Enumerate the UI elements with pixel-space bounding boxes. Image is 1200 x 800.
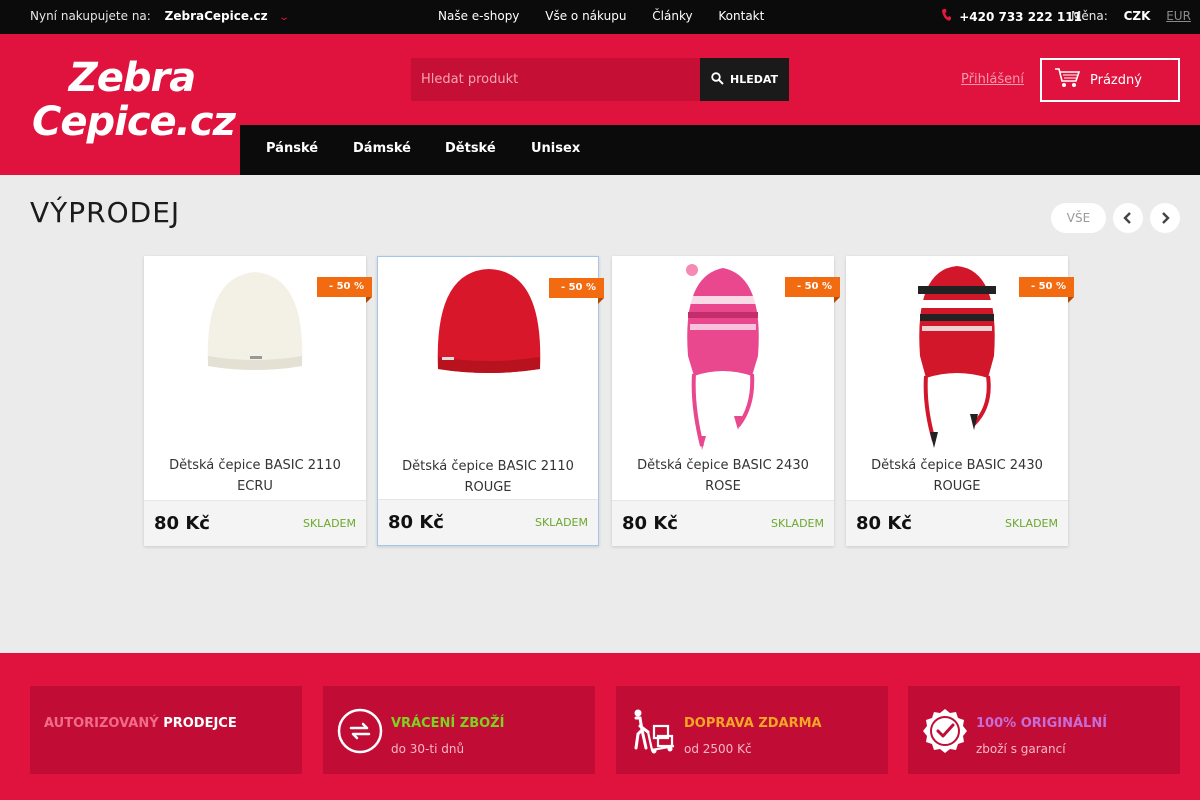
main-nav: Pánské Dámské Dětské Unisex — [240, 125, 1200, 175]
phone-contact[interactable]: +420 733 222 111 — [942, 9, 1082, 24]
product-footer: 80 Kč SKLADEM — [144, 500, 366, 546]
chevron-down-icon[interactable]: ⌄ — [278, 12, 289, 23]
discount-badge: - 50 % — [1018, 277, 1075, 303]
cart-button[interactable]: Prázdný — [1040, 58, 1180, 102]
cart-icon — [1054, 67, 1081, 93]
top-nav-articles[interactable]: Články — [652, 9, 692, 23]
stock-status: SKLADEM — [534, 516, 588, 529]
currency-label: Měna: — [1071, 9, 1108, 23]
currency-eur[interactable]: EUR — [1166, 9, 1191, 23]
chevron-left-icon — [1123, 212, 1131, 224]
stock-status: SKLADEM — [1004, 517, 1058, 530]
top-nav-about-purchase[interactable]: Vše o nákupu — [545, 9, 626, 23]
feature-subtitle: od 2500 Kč — [684, 742, 752, 756]
carousel-next-button[interactable] — [1150, 203, 1180, 233]
top-nav: Naše e-shopy Vše o nákupu Články Kontakt — [438, 9, 786, 23]
return-arrows-icon — [337, 708, 383, 754]
discount-badge: - 50 % — [316, 277, 373, 303]
feature-original-goods: 100% ORIGINÁLNÍ zboží s garancí — [908, 686, 1180, 774]
product-price: 80 Kč — [856, 513, 912, 534]
logo-line-2: Cepice.cz — [32, 99, 236, 145]
discount-badge: - 50 % — [548, 278, 605, 304]
stock-status: SKLADEM — [770, 517, 824, 530]
product-price: 80 Kč — [154, 513, 210, 534]
features-band: AUTORIZOVANÝ PRODEJCE VRÁCENÍ ZBOŽÍ do 3… — [0, 653, 1200, 800]
view-all-button[interactable]: VŠE — [1051, 203, 1106, 233]
product-name[interactable]: Dětská čepice BASIC 2110 ECRU — [152, 451, 358, 500]
phone-number[interactable]: +420 733 222 111 — [959, 10, 1082, 24]
logo[interactable]: Zebra Cepice.cz — [32, 55, 236, 145]
product-footer: 80 Kč SKLADEM — [612, 500, 834, 546]
product-name[interactable]: Dětská čepice BASIC 2110 ROUGE — [386, 452, 590, 501]
feature-title: AUTORIZOVANÝ PRODEJCE — [44, 716, 237, 731]
search-icon — [711, 71, 724, 88]
section-title: VÝPRODEJ — [30, 196, 181, 229]
product-price: 80 Kč — [622, 513, 678, 534]
feature-free-shipping: DOPRAVA ZDARMA od 2500 Kč — [616, 686, 888, 774]
stock-status: SKLADEM — [302, 517, 356, 530]
header: Zebra Cepice.cz HLEDAT Přihlášení Prázdn… — [0, 34, 1200, 175]
product-card[interactable]: - 50 % Dětská čepice BASIC 2110 ECRU 80 … — [144, 256, 373, 546]
nav-item-kids[interactable]: Dětské — [445, 141, 496, 156]
shop-selector[interactable]: Nyní nakupujete na: ZebraCepice.cz ⌄ — [30, 9, 289, 23]
logo-line-1: Zebra — [68, 55, 196, 101]
feature-authorized-seller: AUTORIZOVANÝ PRODEJCE — [30, 686, 302, 774]
nav-item-men[interactable]: Pánské — [266, 141, 318, 156]
product-footer: 80 Kč SKLADEM — [846, 500, 1068, 546]
feature-title: DOPRAVA ZDARMA — [684, 716, 822, 731]
verified-badge-icon — [922, 708, 968, 754]
search-button[interactable]: HLEDAT — [700, 58, 789, 101]
nav-item-unisex[interactable]: Unisex — [531, 141, 580, 156]
feature-subtitle: do 30-ti dnů — [391, 742, 465, 756]
product-card[interactable]: - 50 % Dětská čepice BASIC 2110 ROUGE 80… — [377, 256, 605, 546]
feature-title: 100% ORIGINÁLNÍ — [976, 716, 1108, 731]
feature-returns: VRÁCENÍ ZBOŽÍ do 30-ti dnů — [323, 686, 595, 774]
carousel-prev-button[interactable] — [1113, 203, 1143, 233]
cart-status: Prázdný — [1090, 72, 1142, 88]
currency-czk[interactable]: CZK — [1124, 9, 1151, 23]
product-name[interactable]: Dětská čepice BASIC 2430 ROSE — [620, 451, 826, 500]
product-name[interactable]: Dětská čepice BASIC 2430 ROUGE — [854, 451, 1060, 500]
product-price: 80 Kč — [388, 512, 444, 533]
shop-label: Nyní nakupujete na: — [30, 9, 151, 23]
login-link[interactable]: Přihlášení — [961, 72, 1024, 87]
top-nav-eshops[interactable]: Naše e-shopy — [438, 9, 519, 23]
top-bar: Nyní nakupujete na: ZebraCepice.cz ⌄ Naš… — [0, 0, 1200, 34]
phone-icon — [942, 9, 955, 24]
product-card[interactable]: - 50 % Dětská čepice BASIC 2430 ROUGE 80… — [846, 256, 1075, 546]
product-footer: 80 Kč SKLADEM — [378, 499, 598, 545]
search-button-label: HLEDAT — [729, 73, 779, 86]
nav-item-women[interactable]: Dámské — [353, 141, 411, 156]
discount-badge: - 50 % — [784, 277, 841, 303]
search-input[interactable] — [411, 58, 700, 101]
top-nav-contact[interactable]: Kontakt — [718, 9, 764, 23]
feature-subtitle: zboží s garancí — [976, 742, 1066, 756]
feature-title: VRÁCENÍ ZBOŽÍ — [391, 716, 505, 731]
shop-value[interactable]: ZebraCepice.cz — [165, 9, 268, 23]
product-card[interactable]: - 50 % Dětská čepice BASIC 2430 ROSE 80 … — [612, 256, 841, 546]
delivery-trolley-icon — [630, 708, 676, 754]
chevron-right-icon — [1162, 212, 1170, 224]
currency-switch: Měna: CZK EUR — [1071, 9, 1191, 23]
